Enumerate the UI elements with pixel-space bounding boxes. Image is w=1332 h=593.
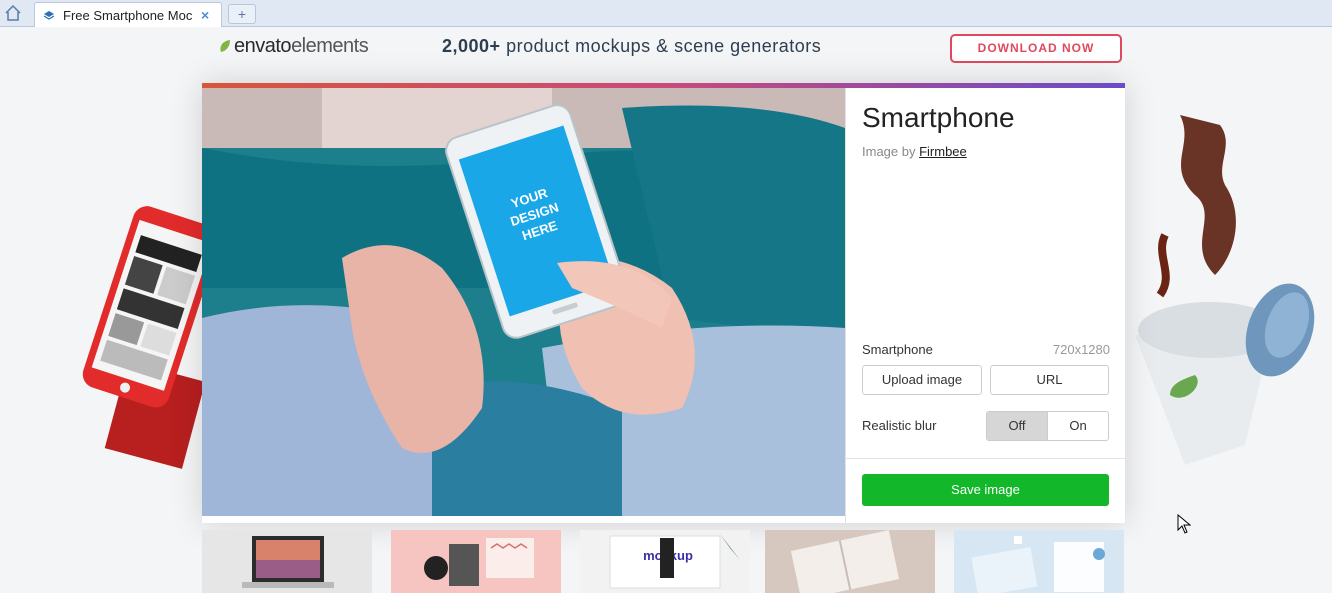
promo-text: 2,000+ product mockups & scene generator… [442, 36, 821, 57]
thumbnail-notebook[interactable] [765, 530, 935, 593]
promo-description: product mockups & scene generators [500, 36, 822, 56]
home-icon[interactable] [4, 4, 22, 22]
blur-off-option[interactable]: Off [987, 412, 1048, 440]
stationery-thumbnail-image [954, 530, 1124, 593]
blur-on-option[interactable]: On [1048, 412, 1108, 440]
mouse-cursor-icon [1177, 514, 1191, 534]
upload-image-button[interactable]: Upload image [862, 365, 982, 395]
envelope-thumbnail-image [391, 530, 561, 593]
image-credit: Image by Firmbee [862, 144, 967, 159]
credit-prefix: Image by [862, 144, 920, 159]
new-tab-button[interactable]: + [228, 4, 256, 24]
envato-brand-sub: elements [291, 34, 369, 57]
thumbnail-stationery[interactable] [954, 530, 1124, 593]
panel-divider [846, 458, 1126, 459]
thumbnail-laptop[interactable] [202, 530, 372, 593]
tab-favicon-icon [43, 11, 55, 20]
mockup-title: Smartphone [862, 102, 1015, 133]
browser-tab-bar: Free Smartphone Moc × + [0, 0, 1332, 27]
layer-name: Smartphone [862, 342, 933, 357]
decorative-phone-image [82, 206, 220, 469]
envato-leaf-icon [220, 40, 230, 52]
envato-brand: envato [234, 34, 292, 57]
decorative-cup-image [1135, 115, 1315, 465]
browser-tab[interactable]: Free Smartphone Moc × [34, 2, 222, 27]
thumbnail-envelope[interactable] [391, 530, 561, 593]
mockup-editor-modal: YOUR DESIGN HERE Smartphone Image by Fir… [202, 83, 1126, 523]
mockup-frame-thumbnail-image: mockup [580, 530, 750, 593]
tab-title: Free Smartphone Moc [63, 8, 193, 23]
layer-dimensions: 720x1280 [1052, 342, 1110, 357]
laptop-thumbnail-image [202, 530, 372, 593]
tab-close-icon[interactable]: × [201, 7, 209, 23]
credit-author-link[interactable]: Firmbee [919, 144, 967, 159]
thumbnail-strip: mockup [202, 530, 1125, 593]
save-image-button[interactable]: Save image [862, 474, 1109, 506]
envato-logo[interactable]: envato elements [218, 34, 369, 58]
mockup-preview-image[interactable]: YOUR DESIGN HERE [202, 88, 845, 516]
mockup-settings-panel: Smartphone Image by Firmbee Smartphone 7… [845, 88, 1126, 523]
thumbnail-mockup-frame[interactable]: mockup [580, 530, 750, 593]
download-now-button[interactable]: DOWNLOAD NOW [950, 34, 1122, 63]
notebook-thumbnail-image [765, 530, 935, 593]
mockup-scene: YOUR DESIGN HERE [202, 88, 845, 516]
url-button[interactable]: URL [990, 365, 1109, 395]
realistic-blur-label: Realistic blur [862, 418, 937, 433]
realistic-blur-toggle: Off On [986, 411, 1109, 441]
promo-count: 2,000+ [442, 36, 501, 56]
